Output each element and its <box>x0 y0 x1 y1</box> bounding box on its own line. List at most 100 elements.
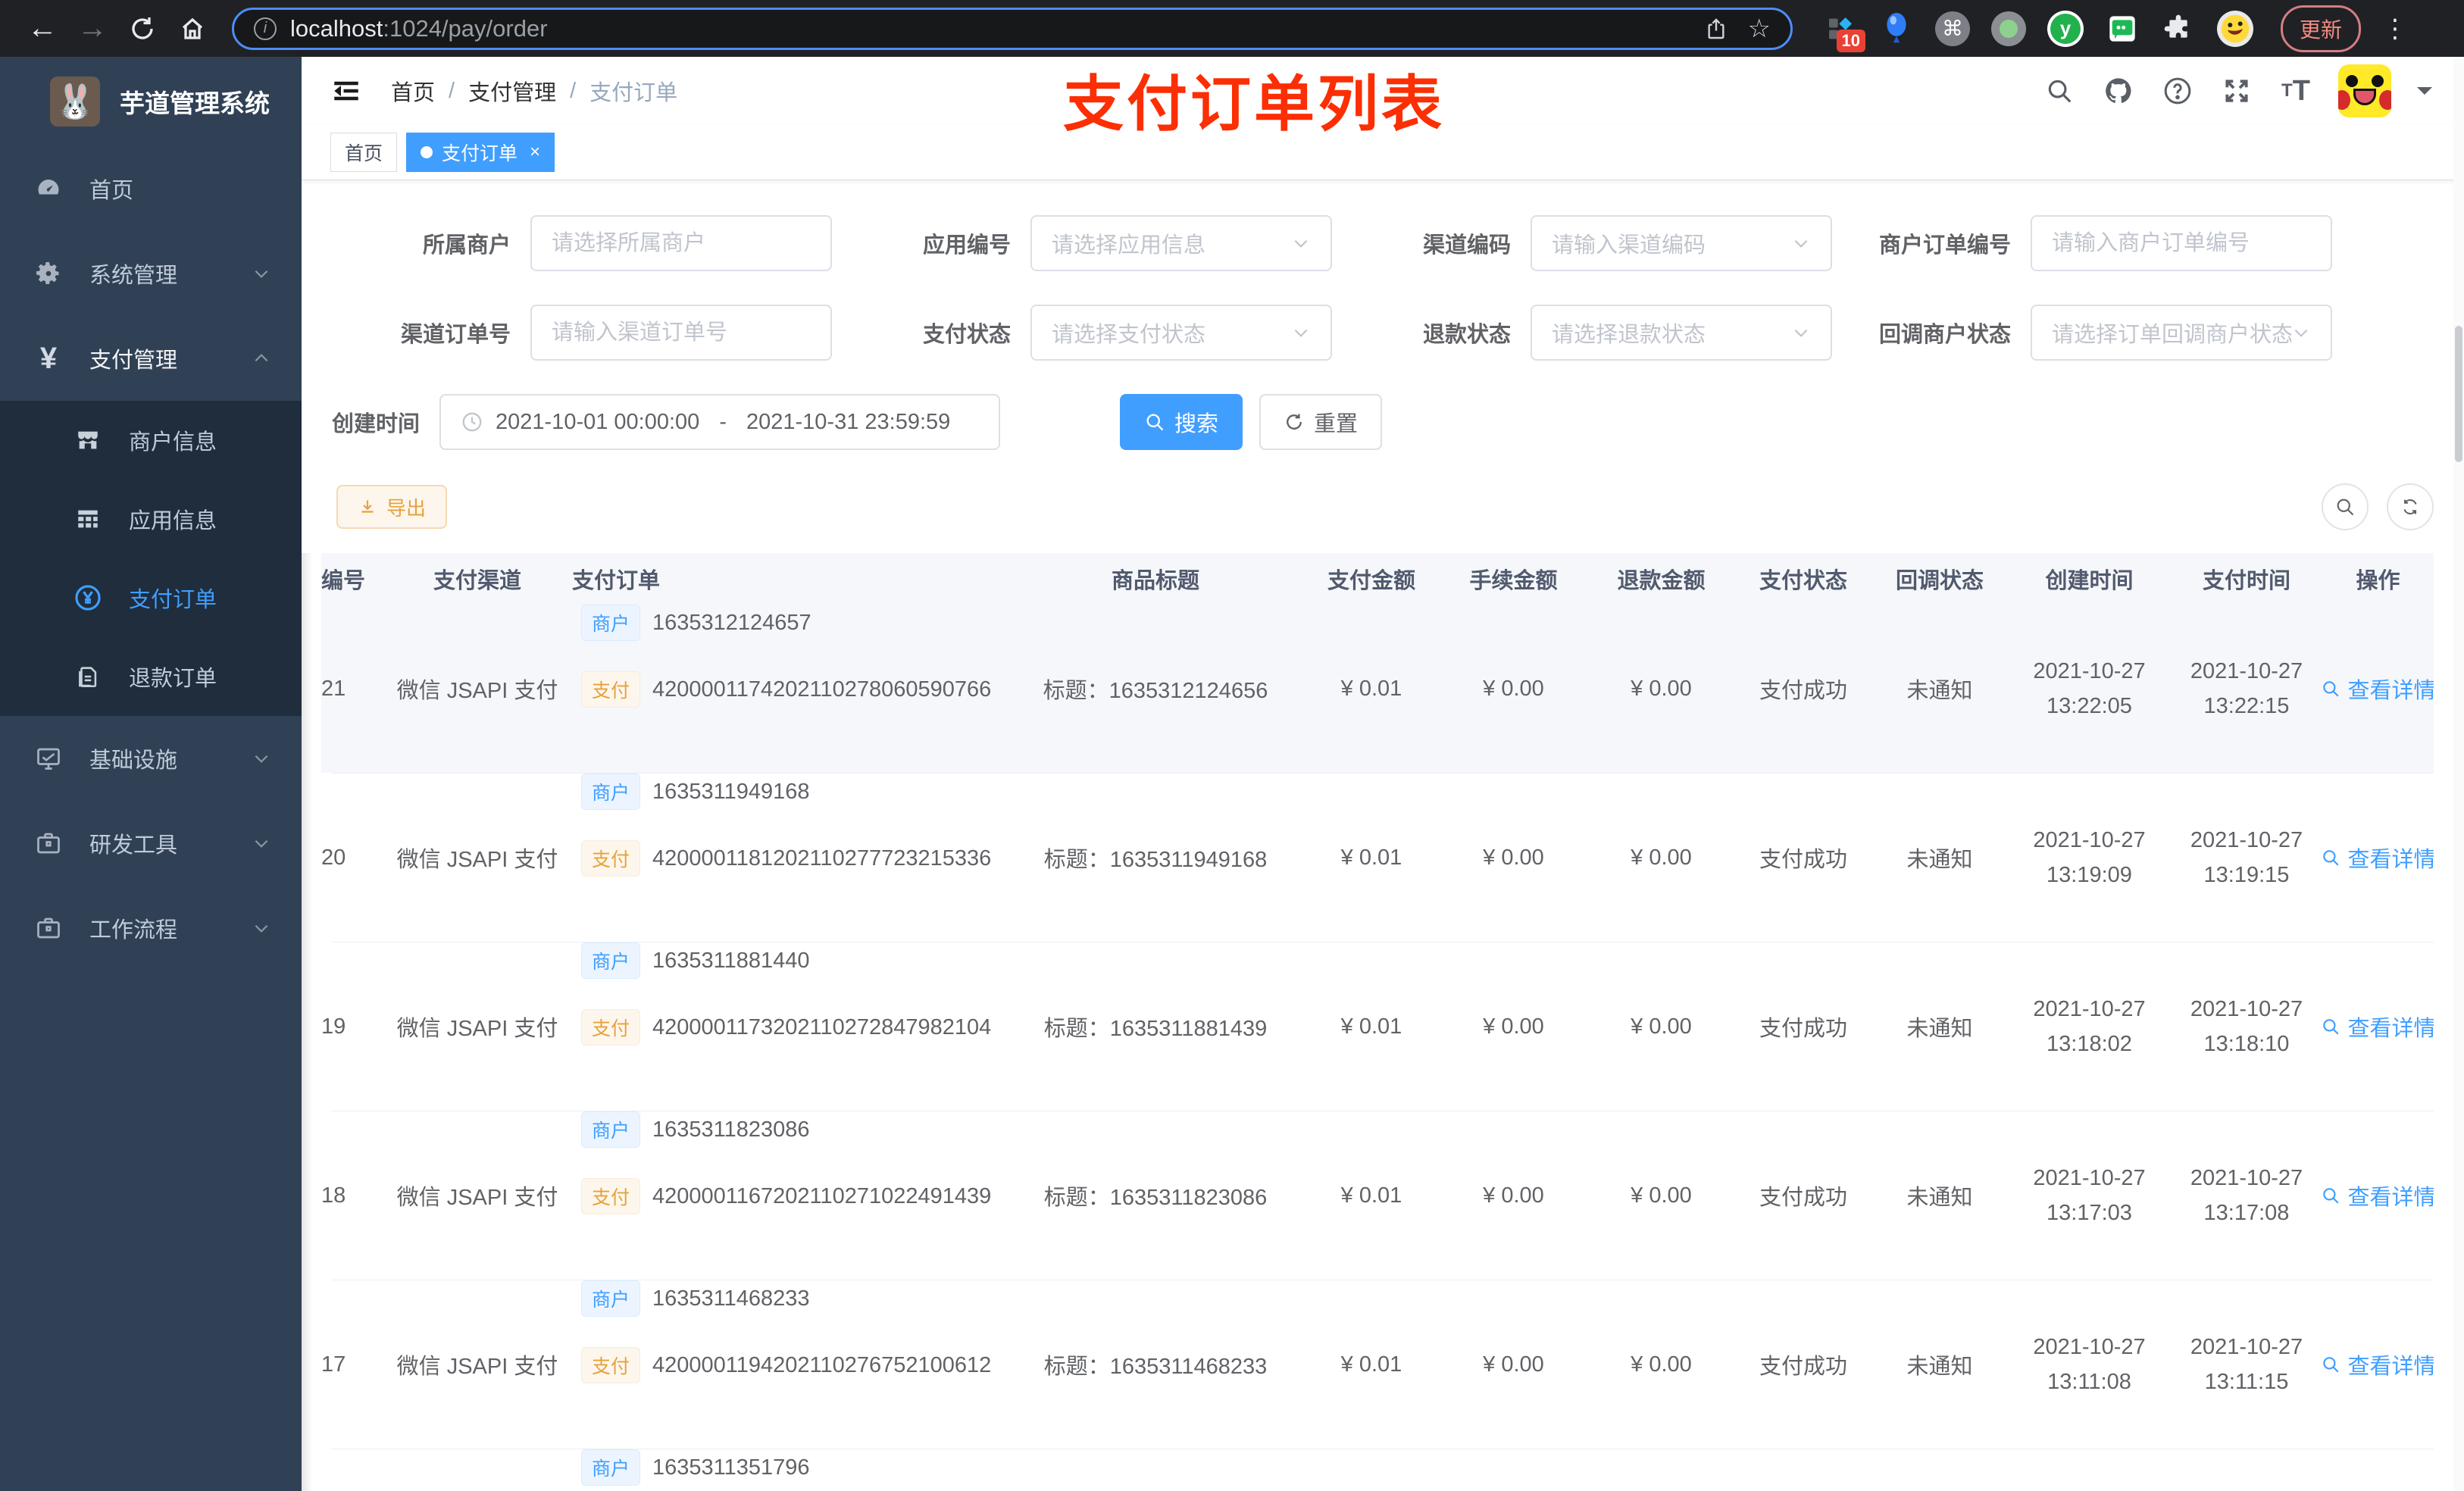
search-button[interactable]: 搜索 <box>1120 394 1243 450</box>
avatar-caret-icon[interactable] <box>2417 87 2432 102</box>
table-row[interactable]: 商户 1635311351796 支付 查看详情 <box>332 1449 2434 1491</box>
cell-create-time <box>2008 1449 2171 1491</box>
font-size-icon[interactable]: TT <box>2279 74 2312 108</box>
bookmark-star-icon[interactable]: ☆ <box>1748 14 1771 44</box>
column-header: 编号 <box>321 553 383 605</box>
app-select[interactable]: 请选择应用信息 <box>1030 215 1332 271</box>
view-details-link[interactable]: 查看详情 <box>2322 1011 2434 1042</box>
app-logo-row[interactable]: 🐰 芋道管理系统 <box>0 57 302 146</box>
browser-home-button[interactable] <box>171 8 214 50</box>
column-header: 支付时间 <box>2171 553 2322 605</box>
channel-code-select[interactable]: 请输入渠道编码 <box>1531 215 1832 271</box>
browser-forward-button[interactable]: → <box>71 8 114 50</box>
chevron-down-icon <box>1791 323 1811 342</box>
browser-reload-button[interactable] <box>121 8 164 50</box>
address-bar[interactable]: i localhost:1024/pay/order ☆ <box>232 7 1793 50</box>
share-icon[interactable] <box>1704 17 1728 41</box>
chevron-down-icon <box>252 833 271 853</box>
help-icon[interactable] <box>2161 74 2194 108</box>
breadcrumb: 首页 / 支付管理 / 支付订单 <box>391 75 677 107</box>
notify-status-select[interactable]: 请选择订单回调商户状态 <box>2031 305 2332 361</box>
sidebar-item-home[interactable]: 首页 <box>0 146 302 231</box>
table-row[interactable]: 21 微信 JSAPI 支付 商户 1635312124657 支付 42000… <box>321 605 2434 774</box>
extensions-area: 10 ⌘ y <box>1823 10 2253 52</box>
briefcase-icon <box>33 830 64 857</box>
merchant-input[interactable] <box>530 215 832 271</box>
sidebar-item-refund-order[interactable]: 退款订单 <box>0 637 302 716</box>
date-start[interactable]: 2021-10-01 00:00:00 <box>496 410 699 435</box>
view-details-link[interactable]: 查看详情 <box>2322 673 2434 705</box>
toggle-search-button[interactable] <box>2322 483 2369 530</box>
sidebar-item-merchant-info[interactable]: 商户信息 <box>0 401 302 480</box>
export-button[interactable]: 导出 <box>336 485 448 529</box>
breadcrumb-home[interactable]: 首页 <box>391 75 435 107</box>
payment-submenu: 商户信息 应用信息 支付订单 退款订单 <box>0 401 302 716</box>
close-tag-icon[interactable]: × <box>530 142 540 163</box>
sidebar-item-pay-order[interactable]: 支付订单 <box>0 558 302 637</box>
cell-pay-order: 商户 1635311351796 支付 <box>572 1449 1008 1491</box>
date-end[interactable]: 2021-10-31 23:59:59 <box>746 410 950 435</box>
channel-order-no-input[interactable] <box>530 305 832 361</box>
cell-pay-time: 2021-10-27 13:22:15 <box>2171 605 2322 773</box>
ext-puzzle-icon[interactable] <box>2161 11 2196 46</box>
github-icon[interactable] <box>2102 74 2135 108</box>
sidebar-item-payment[interactable]: ¥ 支付管理 <box>0 316 302 401</box>
cell-amount: ¥ 0.01 <box>1340 1183 1402 1208</box>
ext-emoji-avatar[interactable] <box>2217 10 2253 47</box>
chevron-up-icon <box>252 349 271 368</box>
sidebar-fold-icon[interactable] <box>330 75 362 107</box>
ext-command-icon[interactable]: ⌘ <box>1935 11 1970 46</box>
gear-icon <box>33 260 64 287</box>
view-details-link[interactable]: 查看详情 <box>2322 842 2434 874</box>
filter-label: 创建时间 <box>332 412 421 436</box>
pay-status-select[interactable]: 请选择支付状态 <box>1030 305 1332 361</box>
user-avatar[interactable] <box>2338 64 2391 117</box>
refresh-table-button[interactable] <box>2387 483 2434 530</box>
dashboard-icon <box>33 175 64 202</box>
browser-menu-icon[interactable]: ⋮ <box>2382 14 2409 44</box>
table-row[interactable]: 17 微信 JSAPI 支付 商户 1635311468233 支付 42000… <box>321 1280 2434 1449</box>
ext-dot-icon[interactable] <box>1991 11 2026 46</box>
cell-title: 标题：1635311468233 <box>1043 1355 1268 1379</box>
sidebar-item-label: 商户信息 <box>129 430 217 455</box>
site-info-icon[interactable]: i <box>254 17 277 40</box>
browser-back-button[interactable]: ← <box>21 8 64 50</box>
briefcase-icon <box>33 914 64 942</box>
column-header: 操作 <box>2322 553 2434 605</box>
search-icon[interactable] <box>2043 74 2076 108</box>
date-range-picker[interactable]: 2021-10-01 00:00:00 - 2021-10-31 23:59:5… <box>439 394 1001 450</box>
ext-balloon-icon[interactable] <box>1879 11 1914 46</box>
orders-table: 编号 支付渠道 支付订单 商品标题 支付金额 手续金额 退款金额 支付状态 回调状态 创建时间 支付… <box>302 553 2434 1491</box>
browser-update-button[interactable]: 更新 <box>2281 5 2362 52</box>
page-scrollbar[interactable] <box>2453 57 2464 1491</box>
refund-status-select[interactable]: 请选择退款状态 <box>1531 305 1832 361</box>
fullscreen-icon[interactable] <box>2220 74 2253 108</box>
sidebar-item-label: 支付管理 <box>89 349 178 373</box>
tag-pay-order[interactable]: 支付订单 × <box>406 133 555 172</box>
sidebar-item-system[interactable]: 系统管理 <box>0 231 302 316</box>
filter-channel-order-no: 渠道订单号 <box>332 305 832 361</box>
sidebar-item-infra[interactable]: 基础设施 <box>0 716 302 801</box>
sidebar-item-workflow[interactable]: 工作流程 <box>0 886 302 971</box>
ext-y-icon[interactable]: y <box>2047 10 2084 47</box>
cell-pay-channel: 微信 JSAPI 支付 <box>396 1186 558 1210</box>
sidebar-item-devtools[interactable]: 研发工具 <box>0 801 302 886</box>
view-details-link[interactable]: 查看详情 <box>2322 1180 2434 1211</box>
cell-fee: ¥ 0.00 <box>1483 1183 1544 1208</box>
sidebar-item-app-info[interactable]: 应用信息 <box>0 480 302 558</box>
tag-home[interactable]: 首页 <box>330 133 398 172</box>
view-details-link[interactable]: 查看详情 <box>2322 1349 2434 1380</box>
table-row[interactable]: 20 微信 JSAPI 支付 商户 1635311949168 支付 42000… <box>321 774 2434 942</box>
ext-chat-icon[interactable] <box>2105 11 2140 46</box>
cell-pay-time: 2021-10-27 13:18:10 <box>2190 997 2303 1056</box>
merchant-order-no-input[interactable] <box>2031 215 2332 271</box>
filter-label: 退款状态 <box>1422 323 1511 347</box>
document-icon <box>73 664 103 689</box>
cell-title: 标题：1635311823086 <box>1043 1186 1268 1210</box>
table-row[interactable]: 18 微信 JSAPI 支付 商户 1635311823086 支付 42000… <box>321 1111 2434 1280</box>
cell-pay-status: 支付成功 <box>1759 1017 1847 1041</box>
table-row[interactable]: 19 微信 JSAPI 支付 商户 1635311881440 支付 42000… <box>321 942 2434 1111</box>
reset-button[interactable]: 重置 <box>1259 394 1383 450</box>
breadcrumb-payment[interactable]: 支付管理 <box>468 75 556 107</box>
ext-grid-icon[interactable]: 10 <box>1823 11 1865 52</box>
